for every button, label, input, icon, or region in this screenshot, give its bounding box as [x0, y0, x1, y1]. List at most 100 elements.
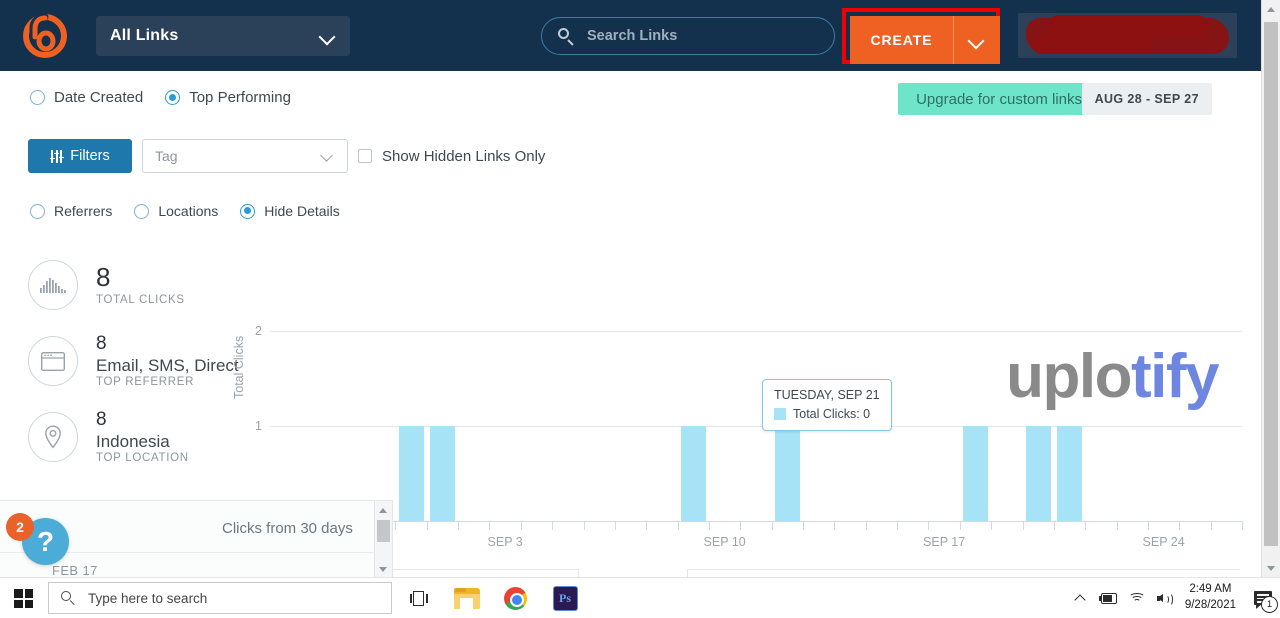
- chart-y-tick-label: 1: [255, 419, 262, 433]
- radio-circle-icon: [165, 90, 181, 105]
- chart-bar[interactable]: [962, 426, 989, 521]
- help-notification-badge: 2: [6, 513, 34, 541]
- create-button[interactable]: CREATE: [850, 16, 1000, 64]
- taskbar-search-box[interactable]: Type here to search: [48, 582, 392, 614]
- chart-bar[interactable]: [429, 426, 455, 521]
- tray-expand-button[interactable]: [1067, 578, 1095, 618]
- taskbar-file-explorer[interactable]: [444, 578, 490, 618]
- detail-option-referrers[interactable]: Referrers: [30, 203, 112, 219]
- chart-x-tick: [395, 521, 397, 530]
- all-links-dropdown[interactable]: All Links: [96, 16, 350, 56]
- chart-plot-area: 12: [255, 324, 1242, 521]
- stat-sublabel: TOP LOCATION: [96, 452, 189, 465]
- chart-x-tick: [991, 521, 993, 530]
- chart-x-tick: [1116, 521, 1118, 530]
- taskbar-photoshop[interactable]: Ps: [542, 578, 588, 618]
- sort-option-label: Top Performing: [189, 89, 291, 106]
- show-hidden-links-checkbox[interactable]: Show Hidden Links Only: [358, 139, 545, 173]
- browser-page: All Links CREATE: [0, 0, 1280, 578]
- scrollbar-thumb[interactable]: [377, 520, 390, 542]
- windows-start-icon[interactable]: [14, 589, 33, 608]
- date-range-button[interactable]: AUG 28 - SEP 27: [1081, 83, 1212, 115]
- battery-status[interactable]: [1095, 578, 1123, 618]
- windows-taskbar: Type here to search Ps 2:49 AM 9/28/2021…: [0, 577, 1280, 618]
- sort-option-date-created[interactable]: Date Created: [30, 89, 143, 106]
- chart-bar[interactable]: [680, 426, 706, 521]
- chart-bar[interactable]: [774, 426, 800, 521]
- tag-select[interactable]: Tag: [142, 139, 348, 173]
- chart-bar[interactable]: [1057, 426, 1083, 521]
- notification-center-button[interactable]: 1: [1246, 578, 1280, 618]
- scroll-down-arrow-icon[interactable]: [379, 567, 387, 572]
- chevron-down-icon: [320, 28, 336, 44]
- taskbar-google-chrome[interactable]: [492, 578, 538, 618]
- task-view-icon: [410, 590, 428, 606]
- detail-option-hide-details[interactable]: Hide Details: [240, 203, 340, 219]
- battery-charging-icon: [1098, 592, 1119, 604]
- stat-sublabel: TOTAL CLICKS: [96, 293, 185, 306]
- bitly-logo-icon[interactable]: [22, 13, 68, 59]
- chevron-down-icon: [969, 32, 985, 48]
- detail-radio-group: Referrers Locations Hide Details: [30, 203, 362, 219]
- create-button-label: CREATE: [850, 16, 954, 64]
- chart-x-tick-label: SEP 24: [1142, 535, 1185, 549]
- scroll-up-arrow-icon[interactable]: [379, 508, 387, 513]
- stat-main-label: Indonesia: [96, 431, 170, 451]
- radio-circle-icon: [134, 203, 150, 219]
- clock-time: 2:49 AM: [1189, 583, 1232, 596]
- location-pin-icon: [28, 412, 78, 462]
- sort-radio-group: Date Created Top Performing: [30, 89, 313, 106]
- stat-total-clicks: 8 TOTAL CLICKS: [28, 247, 239, 323]
- chart-x-tick: [708, 521, 710, 530]
- links-list-scrollbar[interactable]: [374, 501, 392, 578]
- scroll-down-arrow-icon[interactable]: [1267, 566, 1275, 571]
- tooltip-value: Total Clicks: 0: [793, 407, 871, 421]
- clicks-column-header: Clicks from 30 days: [222, 520, 353, 537]
- search-icon: [558, 27, 575, 45]
- chart-x-tick: [646, 521, 648, 530]
- chart-x-tick: [583, 521, 585, 530]
- detail-option-label: Referrers: [54, 203, 113, 219]
- search-input[interactable]: [585, 27, 818, 45]
- sort-option-top-performing[interactable]: Top Performing: [165, 89, 291, 106]
- chart-x-tick: [1210, 521, 1212, 530]
- wifi-icon: [1128, 592, 1146, 605]
- chart-x-tick: [458, 521, 460, 530]
- radio-circle-icon: [30, 203, 45, 219]
- chevron-down-icon: [321, 149, 335, 163]
- search-icon: [61, 590, 76, 606]
- network-status[interactable]: [1123, 578, 1151, 618]
- chart-x-tick: [897, 521, 899, 530]
- chart-bar[interactable]: [398, 426, 424, 521]
- chart-gridline: 2: [255, 324, 1242, 338]
- chart-x-tick: [552, 521, 554, 530]
- chart-bar[interactable]: [1025, 426, 1051, 521]
- chart-x-tick: [489, 521, 491, 530]
- all-links-label: All Links: [110, 27, 179, 44]
- filters-button[interactable]: Filters: [28, 139, 132, 173]
- file-explorer-icon: [454, 587, 480, 609]
- volume-control[interactable]: [1151, 578, 1179, 618]
- radio-circle-icon: [30, 90, 45, 105]
- create-dropdown-toggle[interactable]: [954, 16, 1000, 64]
- account-menu-redacted[interactable]: [1018, 13, 1237, 58]
- page-scrollbar[interactable]: [1261, 0, 1280, 578]
- stat-top-referrer: 8 Email, SMS, Direct TOP REFERRER: [28, 323, 239, 399]
- chart-x-tick-label: SEP 17: [923, 535, 966, 549]
- scroll-up-arrow-icon[interactable]: [1267, 7, 1275, 12]
- summary-stats: 8 TOTAL CLICKS 8 Email, SMS, Direct TOP …: [28, 247, 239, 475]
- scrollbar-thumb[interactable]: [1264, 22, 1278, 546]
- search-links-box[interactable]: [541, 17, 835, 55]
- radio-circle-icon: [240, 203, 256, 219]
- clock-date: 9/28/2021: [1184, 599, 1236, 611]
- bar-chart-icon: [28, 260, 78, 310]
- taskbar-clock[interactable]: 2:49 AM 9/28/2021: [1179, 578, 1246, 618]
- task-view-button[interactable]: [396, 578, 442, 618]
- chart-x-tick: [426, 521, 428, 530]
- top-navigation-bar: All Links CREATE: [0, 0, 1262, 71]
- detail-option-locations[interactable]: Locations: [134, 203, 218, 219]
- chart-x-tick: [1053, 521, 1055, 530]
- chart-y-tick-label: 2: [255, 324, 262, 338]
- upgrade-custom-links-button[interactable]: Upgrade for custom links: [898, 83, 1100, 115]
- chart-x-tick: [803, 521, 805, 530]
